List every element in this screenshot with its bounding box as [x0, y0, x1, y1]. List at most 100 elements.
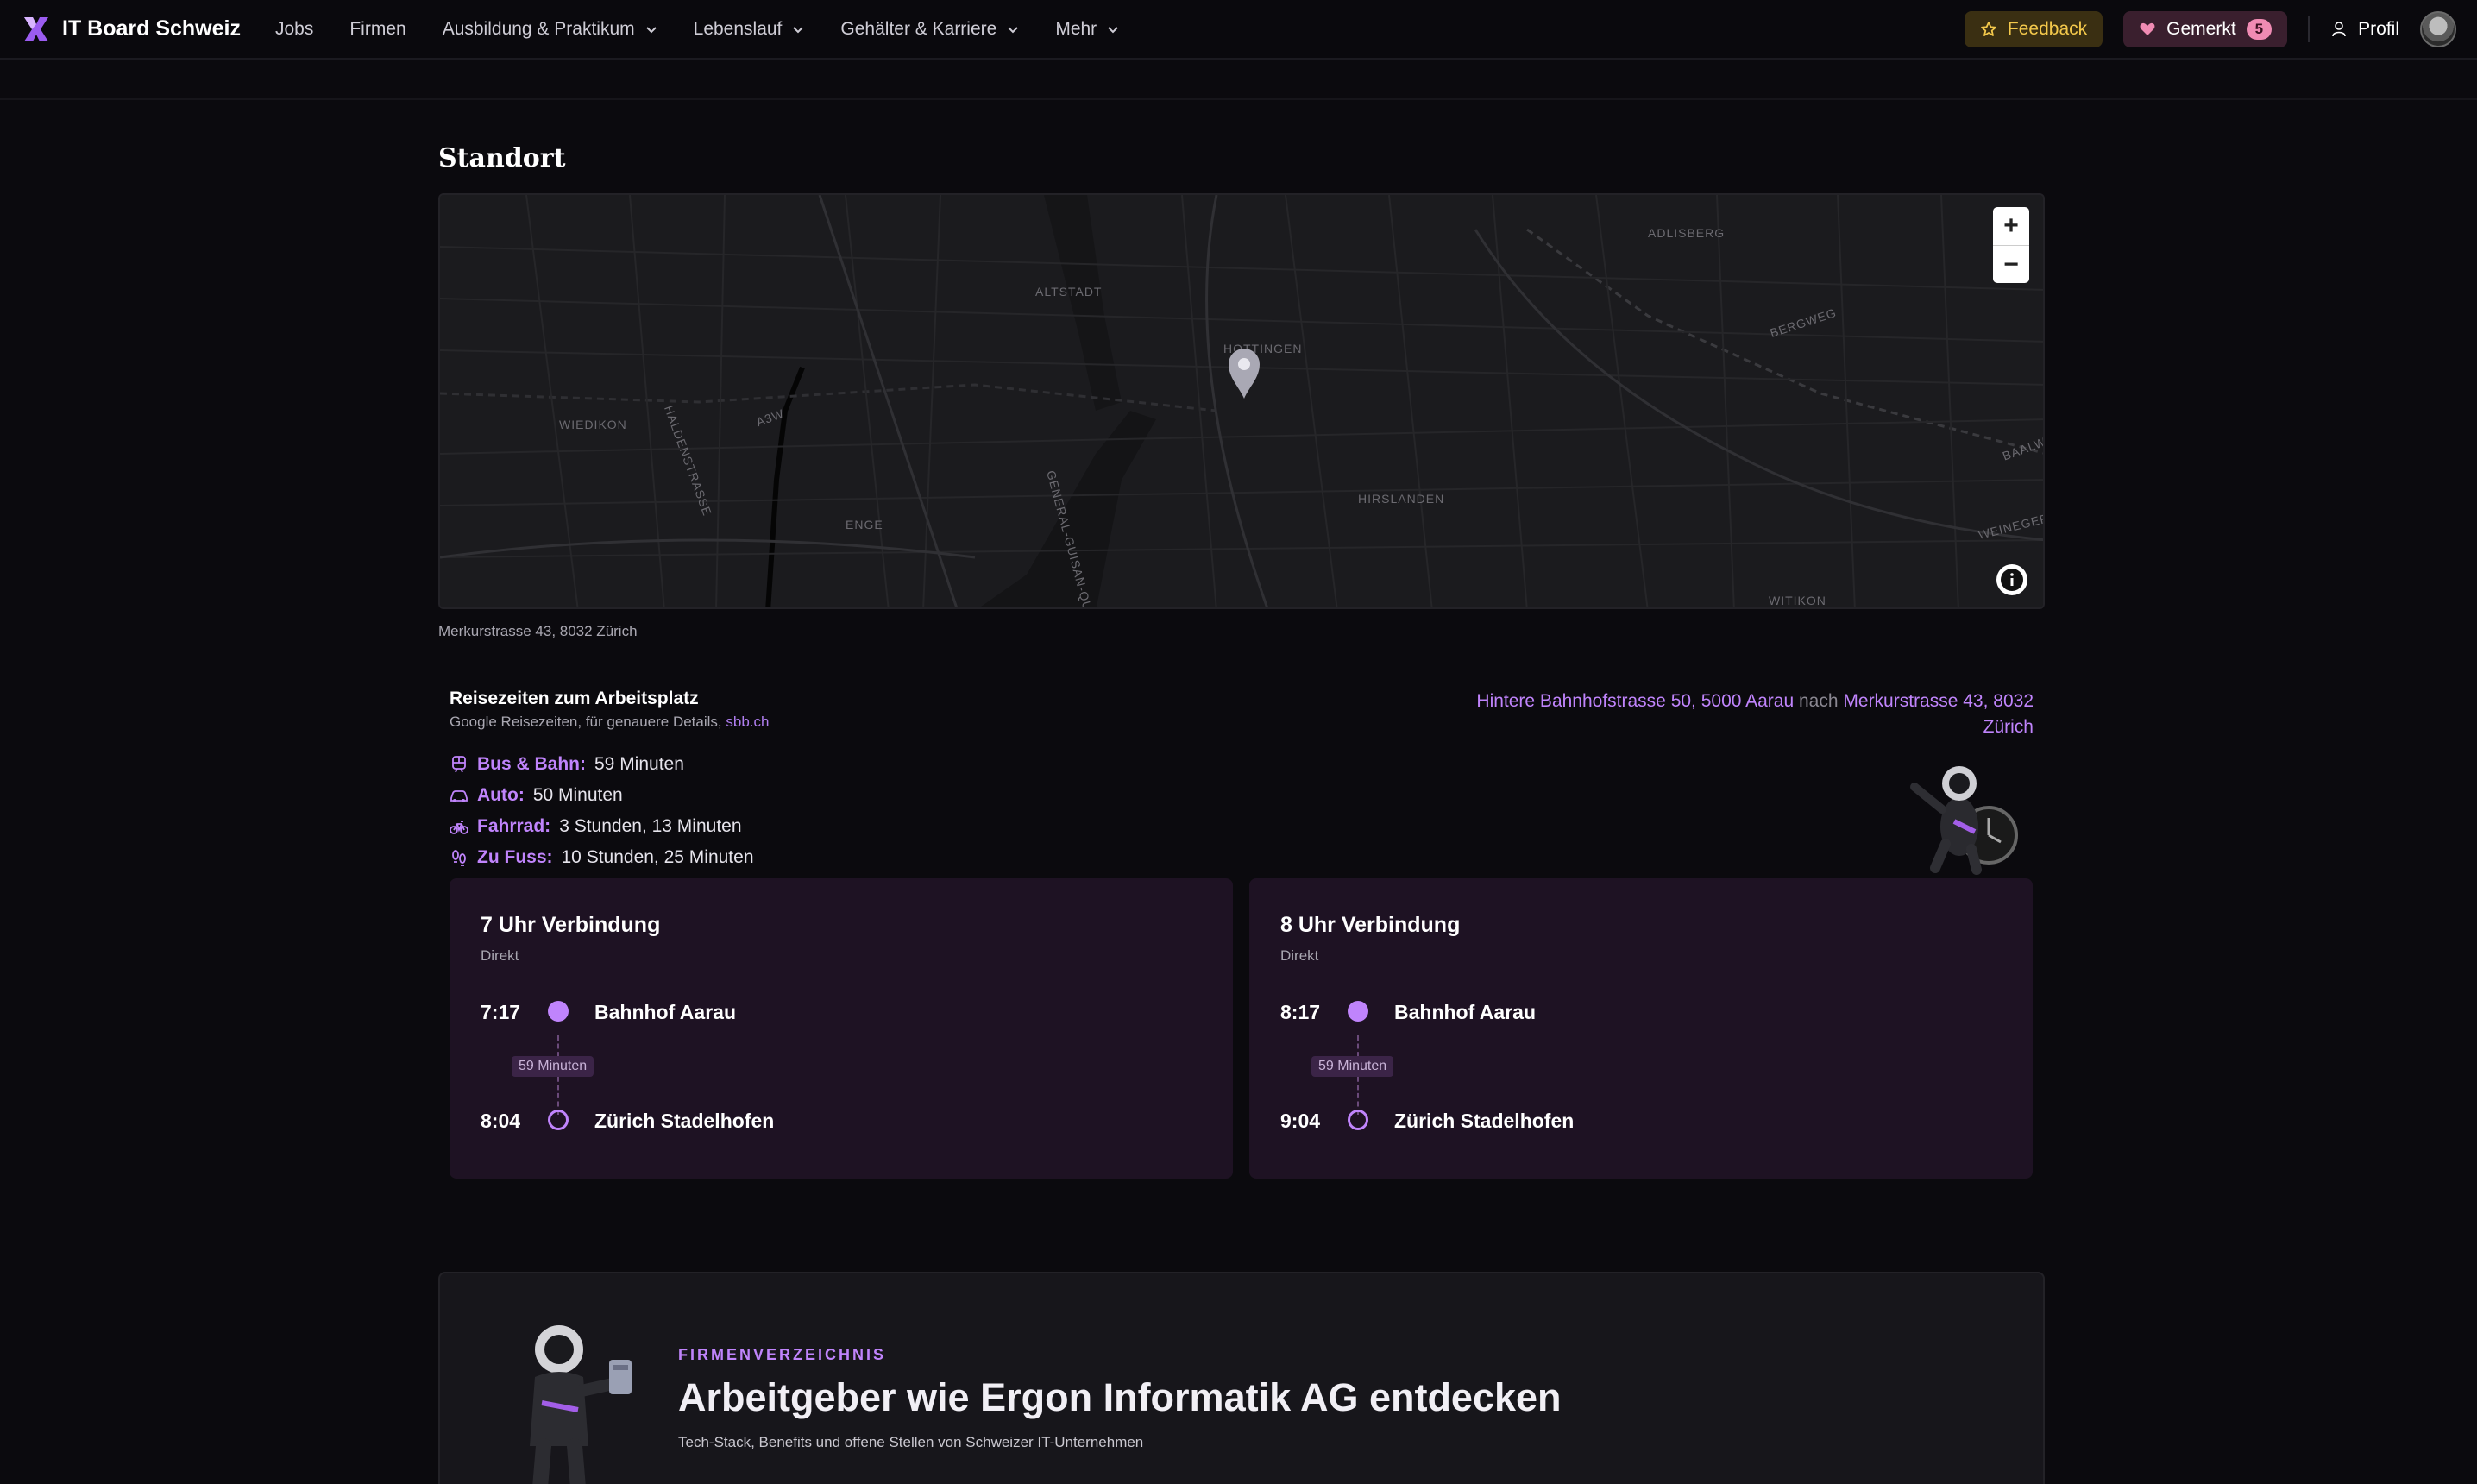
map-label: ADLISBERG — [1648, 226, 1726, 240]
nav-item-firmen[interactable]: Firmen — [349, 19, 405, 40]
departure-dot — [1348, 1001, 1368, 1022]
travel-mode-walk: Zu Fuss: 10 Stunden, 25 Minuten — [450, 842, 754, 873]
departure-dot — [548, 1001, 569, 1022]
saved-jobs-label: Gemerkt — [2166, 18, 2236, 39]
brand-title: IT Board Schweiz — [62, 16, 241, 41]
map-label: WITIKON — [1769, 594, 1826, 607]
nav-item-label: Ausbildung & Praktikum — [442, 18, 635, 39]
saved-jobs-button[interactable]: Gemerkt 5 — [2123, 10, 2288, 47]
arrival-stop: Zürich Stadelhofen — [594, 1110, 775, 1132]
nav-item-label: Gehälter & Karriere — [840, 18, 997, 39]
connection-card-8: 8 Uhr Verbindung Direkt 8:17 Bahnhof Aar… — [1249, 878, 2033, 1179]
nav-item-label: Jobs — [274, 18, 314, 39]
travel-mode-label: Bus & Bahn: — [477, 754, 586, 774]
user-icon — [2332, 21, 2346, 36]
astronaut-clock-illustration — [1910, 766, 2018, 875]
arrival-time: 8:04 — [481, 1110, 521, 1132]
connection-title: 7 Uhr Verbindung — [481, 913, 661, 937]
profile-link[interactable]: Profil — [2330, 19, 2399, 40]
brand-logo-icon — [24, 16, 48, 41]
nav-item-mehr[interactable]: Mehr — [1055, 19, 1119, 40]
nav-item-gehaelter[interactable]: Gehälter & Karriere — [840, 19, 1019, 40]
departure-stop: Bahnhof Aarau — [594, 1001, 736, 1023]
travel-times-title: Reisezeiten zum Arbeitsplatz — [450, 689, 699, 708]
zoom-out-button[interactable]: − — [1993, 245, 2029, 283]
map-pin-icon — [1229, 349, 1260, 399]
travel-modes-list: Bus & Bahn: 59 Minuten Auto: 50 Minuten … — [450, 749, 754, 873]
travel-mode-car: Auto: 50 Minuten — [450, 780, 754, 811]
route-separator: nach — [1799, 691, 1839, 711]
location-map[interactable]: ADLISBERG ALTSTADT HOTTINGEN BERGWEG WIE… — [438, 193, 2045, 609]
bicycle-icon — [450, 821, 468, 834]
map-label: WIEDIKON — [559, 418, 627, 431]
avatar[interactable] — [2420, 10, 2456, 47]
connection-title: 8 Uhr Verbindung — [1280, 913, 1461, 937]
nav-item-label: Firmen — [349, 18, 406, 39]
travel-mode-label: Zu Fuss: — [477, 847, 553, 867]
feedback-button[interactable]: Feedback — [1964, 10, 2103, 47]
nav-item-jobs[interactable]: Jobs — [275, 19, 313, 40]
arrival-dot — [548, 1110, 569, 1130]
travel-mode-transit: Bus & Bahn: 59 Minuten — [450, 749, 754, 780]
brand[interactable]: IT Board Schweiz — [21, 14, 241, 45]
map-zoom-control: + − — [1993, 207, 2029, 283]
chevron-down-icon — [1108, 26, 1118, 33]
zoom-in-button[interactable]: + — [1993, 207, 2029, 245]
location-title: Standort — [438, 143, 566, 173]
departure-stop: Bahnhof Aarau — [1394, 1001, 1536, 1023]
car-icon — [450, 790, 468, 802]
map-label: ENGE — [846, 518, 883, 531]
nav-item-lebenslauf[interactable]: Lebenslauf — [694, 19, 805, 40]
map-label: ALTSTADT — [1035, 285, 1103, 299]
feedback-label: Feedback — [2007, 18, 2088, 39]
connection-card-7: 7 Uhr Verbindung Direkt 7:17 Bahnhof Aar… — [450, 878, 1233, 1179]
travel-mode-label: Fahrrad: — [477, 816, 551, 836]
map-label: HIRSLANDEN — [1358, 492, 1445, 506]
nav-divider — [2308, 16, 2310, 42]
company-directory-card[interactable]: FIRMENVERZEICHNIS Arbeitgeber wie Ergon … — [438, 1272, 2045, 1484]
departure-time: 7:17 — [481, 1001, 521, 1023]
connection-type: Direkt — [481, 947, 519, 964]
nav-item-label: Mehr — [1055, 18, 1097, 39]
arrival-dot — [1348, 1110, 1368, 1130]
departure-time: 8:17 — [1280, 1001, 1321, 1023]
star-icon — [1981, 21, 1996, 36]
nav-actions: Feedback Gemerkt 5 Profil — [1964, 10, 2456, 47]
travel-times-subtitle: Google Reisezeiten, für genauere Details… — [450, 714, 769, 731]
astronaut-illustration — [530, 1325, 632, 1484]
nav-item-label: Lebenslauf — [693, 18, 783, 39]
connection-type: Direkt — [1280, 947, 1319, 964]
top-navigation: IT Board Schweiz Jobs Firmen Ausbildung … — [0, 0, 2477, 60]
nav-item-ausbildung[interactable]: Ausbildung & Praktikum — [443, 19, 657, 40]
info-icon — [2001, 569, 2023, 591]
heart-icon — [2140, 22, 2155, 35]
route-summary: Hintere Bahnhofstrasse 50, 5000 Aarau na… — [1447, 689, 2034, 740]
duration-pill: 59 Minuten — [512, 1056, 594, 1077]
saved-count-badge: 5 — [2246, 18, 2273, 40]
map-streets — [440, 195, 2043, 607]
location-address: Merkurstrasse 43, 8032 Zürich — [438, 623, 638, 639]
chevron-down-icon — [793, 26, 804, 33]
map-info-button[interactable] — [1996, 564, 2027, 595]
profile-label: Profil — [2358, 18, 2399, 39]
train-icon — [452, 756, 466, 773]
arrival-stop: Zürich Stadelhofen — [1394, 1110, 1575, 1132]
chevron-down-icon — [645, 26, 657, 33]
directory-subtitle: Tech-Stack, Benefits und offene Stellen … — [678, 1434, 1144, 1450]
sbb-link[interactable]: sbb.ch — [726, 714, 769, 730]
section-divider — [0, 98, 2477, 100]
directory-eyebrow: FIRMENVERZEICHNIS — [678, 1346, 887, 1363]
arrival-time: 9:04 — [1280, 1110, 1321, 1132]
route-to-link[interactable]: Merkurstrasse 43, 8032 Zürich — [1843, 691, 2034, 737]
travel-subtitle-text: Google Reisezeiten, für genauere Details… — [450, 714, 722, 730]
directory-title: Arbeitgeber wie Ergon Informatik AG entd… — [678, 1375, 1562, 1419]
travel-mode-value: 50 Minuten — [532, 785, 623, 805]
travel-mode-value: 59 Minuten — [594, 754, 684, 774]
chevron-down-icon — [1008, 26, 1019, 33]
footprints-icon — [452, 850, 466, 866]
travel-mode-value: 3 Stunden, 13 Minuten — [559, 816, 742, 836]
route-from-link[interactable]: Hintere Bahnhofstrasse 50, 5000 Aarau — [1476, 691, 1794, 711]
duration-pill: 59 Minuten — [1311, 1056, 1394, 1077]
travel-mode-label: Auto: — [477, 785, 525, 805]
travel-mode-bicycle: Fahrrad: 3 Stunden, 13 Minuten — [450, 811, 754, 842]
